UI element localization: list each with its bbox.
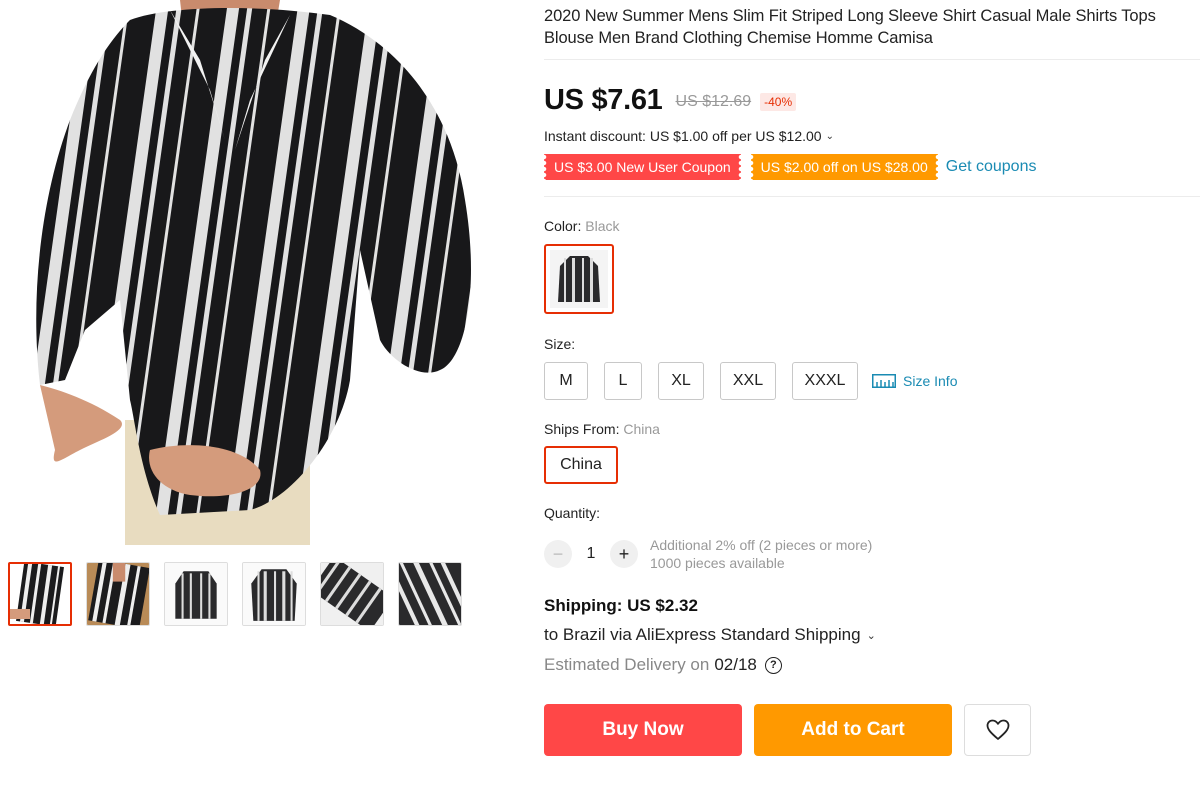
thumbnail-2[interactable]	[86, 562, 150, 626]
store-coupon[interactable]: US $2.00 off on US $28.00	[747, 154, 941, 180]
ships-from-label-text: Ships From:	[544, 421, 620, 437]
thumbnail-4[interactable]	[242, 562, 306, 626]
current-price: US $7.61	[544, 83, 663, 116]
color-swatch-black[interactable]	[544, 244, 614, 314]
delivery-date: 02/18	[714, 655, 757, 674]
striped-shirt-photo	[10, 0, 480, 545]
thumbnail-3[interactable]	[164, 562, 228, 626]
size-option-xxxl[interactable]: XXXL	[792, 362, 858, 400]
product-title: 2020 New Summer Mens Slim Fit Striped Lo…	[544, 7, 1156, 47]
coupon-row: US $3.00 New User Coupon US $2.00 off on…	[541, 154, 1200, 180]
color-label-text: Color:	[544, 218, 582, 234]
thumbnail-strip	[8, 562, 462, 626]
size-label: Size:	[544, 336, 576, 352]
instant-discount[interactable]: Instant discount: US $1.00 off per US $1…	[544, 128, 1200, 144]
size-option-m[interactable]: M	[544, 362, 588, 400]
shipping-destination-text: to Brazil via AliExpress Standard Shippi…	[544, 625, 861, 644]
discount-badge: -40%	[760, 93, 797, 111]
quantity-label: Quantity:	[544, 505, 601, 521]
wishlist-button[interactable]	[964, 704, 1031, 756]
size-info-text: Size Info	[903, 373, 958, 389]
stock-available: 1000 pieces available	[650, 555, 785, 571]
price-row: US $7.61 US $12.69 -40%	[544, 82, 1200, 118]
size-options: M L XL XXL XXXL Size Info	[544, 362, 1200, 400]
divider	[544, 59, 1200, 60]
chevron-down-icon: ⌄	[825, 130, 834, 142]
thumbnail-6[interactable]	[398, 562, 462, 626]
quantity-value[interactable]: 1	[572, 545, 610, 563]
help-icon[interactable]: ?	[764, 656, 782, 674]
quantity-stepper: − 1 + Additional 2% off (2 pieces or mor…	[544, 536, 1200, 572]
ships-from-selected: China	[623, 421, 660, 437]
thumbnail-1[interactable]	[8, 562, 72, 626]
product-info-panel: 2020 New Summer Mens Slim Fit Striped Lo…	[541, 0, 1200, 756]
shirt-swatch-icon	[550, 250, 608, 308]
size-option-xl[interactable]: XL	[658, 362, 704, 400]
original-price: US $12.69	[675, 93, 752, 110]
main-product-image[interactable]	[10, 0, 480, 545]
ships-from-option-china[interactable]: China	[544, 446, 618, 484]
get-coupons-link[interactable]: Get coupons	[946, 158, 1037, 176]
shipping-destination[interactable]: to Brazil via AliExpress Standard Shippi…	[544, 625, 1200, 645]
ruler-icon	[872, 374, 896, 388]
new-user-coupon[interactable]: US $3.00 New User Coupon	[541, 154, 744, 180]
shipping-price: Shipping: US $2.32	[544, 596, 698, 615]
action-buttons: Buy Now Add to Cart	[544, 704, 1200, 756]
heart-icon	[986, 719, 1009, 740]
divider	[544, 196, 1200, 197]
selected-color: Black	[585, 218, 620, 234]
add-to-cart-button[interactable]: Add to Cart	[754, 704, 952, 756]
chevron-down-icon: ⌄	[866, 629, 876, 642]
bulk-discount-note: Additional 2% off (2 pieces or more)	[650, 537, 873, 553]
size-option-l[interactable]: L	[604, 362, 642, 400]
instant-discount-text: Instant discount: US $1.00 off per US $1…	[544, 128, 822, 144]
thumbnail-5[interactable]	[320, 562, 384, 626]
quantity-increase-button[interactable]: +	[610, 540, 638, 568]
estimated-delivery-label: Estimated Delivery on	[544, 655, 710, 674]
buy-now-button[interactable]: Buy Now	[544, 704, 742, 756]
quantity-notes: Additional 2% off (2 pieces or more) 100…	[650, 536, 872, 572]
quantity-decrease-button[interactable]: −	[544, 540, 572, 568]
size-option-xxl[interactable]: XXL	[720, 362, 776, 400]
size-info-link[interactable]: Size Info	[872, 373, 957, 389]
color-label: Color: Black	[544, 218, 1200, 234]
estimated-delivery: Estimated Delivery on 02/18 ?	[544, 655, 1200, 675]
ships-from-label: Ships From: China	[544, 421, 1200, 437]
